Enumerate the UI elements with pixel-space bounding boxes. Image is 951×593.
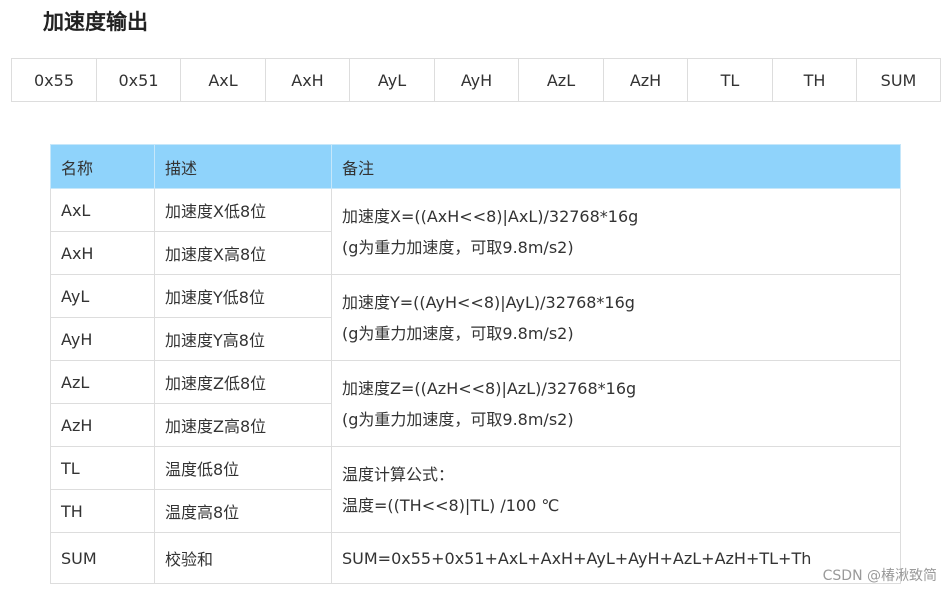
row-description: 加速度Y低8位 — [154, 274, 332, 318]
note-formula-title: 温度计算公式： — [342, 464, 455, 484]
row-note: 加速度Z=((AzH<<8)|AzL)/32768*16g (g为重力加速度，可… — [331, 360, 901, 447]
table-row: AyL 加速度Y低8位 加速度Y=((AyH<<8)|AyL)/32768*16… — [50, 274, 901, 361]
row-description: 温度低8位 — [154, 446, 332, 490]
row-name: TL — [50, 446, 155, 490]
row-description: 加速度X高8位 — [154, 231, 332, 275]
row-note: 加速度Y=((AyH<<8)|AyL)/32768*16g (g为重力加速度，可… — [331, 274, 901, 361]
row-name: AxL — [50, 188, 155, 232]
note-formula: 加速度Y=((AyH<<8)|AyL)/32768*16g — [342, 292, 635, 312]
header-name: 名称 — [50, 144, 155, 189]
frame-cell: AxH — [265, 58, 350, 102]
frame-cell: TL — [687, 58, 773, 102]
row-name: AyH — [50, 317, 155, 361]
note-formula: SUM=0x55+0x51+AxL+AxH+AyL+AyH+AzL+AzH+TL… — [342, 548, 812, 568]
row-description: 加速度Z高8位 — [154, 403, 332, 447]
table-row: AzL 加速度Z低8位 加速度Z=((AzH<<8)|AzL)/32768*16… — [50, 360, 901, 447]
frame-cell: AzH — [603, 58, 688, 102]
watermark: CSDN @椿湫致简 — [822, 568, 937, 584]
note-formula: 加速度X=((AxH<<8)|AxL)/32768*16g — [342, 206, 639, 226]
packet-frame-table: 0x55 0x51 AxL AxH AyL AyH AzL AzH TL TH … — [11, 58, 941, 102]
frame-cell: AyH — [434, 58, 519, 102]
row-name: TH — [50, 489, 155, 533]
register-table: 名称 描述 备注 AxL 加速度X低8位 加速度X=((AxH<<8)|AxL)… — [50, 144, 901, 584]
note-remark: (g为重力加速度，可取9.8m/s2) — [342, 323, 574, 343]
header-description: 描述 — [154, 144, 332, 189]
row-description: 校验和 — [154, 532, 332, 584]
row-name: AxH — [50, 231, 155, 275]
packet-frame-row: 0x55 0x51 AxL AxH AyL AyH AzL AzH TL TH … — [11, 58, 941, 102]
note-remark: (g为重力加速度，可取9.8m/s2) — [342, 237, 574, 257]
row-description: 加速度Y高8位 — [154, 317, 332, 361]
table-header-row: 名称 描述 备注 — [50, 144, 901, 189]
row-name: AyL — [50, 274, 155, 318]
frame-cell: SUM — [856, 58, 941, 102]
header-note: 备注 — [331, 144, 901, 189]
page-title: 加速度输出 — [43, 10, 148, 34]
frame-cell: TH — [772, 58, 857, 102]
table-row: TL 温度低8位 温度计算公式： 温度=((TH<<8)|TL) /100 ℃ — [50, 446, 901, 533]
table-row: AxL 加速度X低8位 加速度X=((AxH<<8)|AxL)/32768*16… — [50, 188, 901, 275]
note-formula: 温度=((TH<<8)|TL) /100 ℃ — [342, 495, 560, 515]
frame-cell: AzL — [518, 58, 604, 102]
frame-cell: 0x55 — [11, 58, 97, 102]
row-name: AzH — [50, 403, 155, 447]
row-name: SUM — [50, 532, 155, 584]
row-name: AzL — [50, 360, 155, 404]
note-remark: (g为重力加速度，可取9.8m/s2) — [342, 409, 574, 429]
row-note: 加速度X=((AxH<<8)|AxL)/32768*16g (g为重力加速度，可… — [331, 188, 901, 275]
table-row: SUM 校验和 SUM=0x55+0x51+AxL+AxH+AyL+AyH+Az… — [50, 532, 901, 584]
row-note: 温度计算公式： 温度=((TH<<8)|TL) /100 ℃ — [331, 446, 901, 533]
frame-cell: AxL — [180, 58, 266, 102]
row-description: 温度高8位 — [154, 489, 332, 533]
row-note: SUM=0x55+0x51+AxL+AxH+AyL+AyH+AzL+AzH+TL… — [331, 532, 901, 584]
note-formula: 加速度Z=((AzH<<8)|AzL)/32768*16g — [342, 378, 637, 398]
row-description: 加速度X低8位 — [154, 188, 332, 232]
frame-cell: 0x51 — [96, 58, 181, 102]
row-description: 加速度Z低8位 — [154, 360, 332, 404]
frame-cell: AyL — [349, 58, 435, 102]
